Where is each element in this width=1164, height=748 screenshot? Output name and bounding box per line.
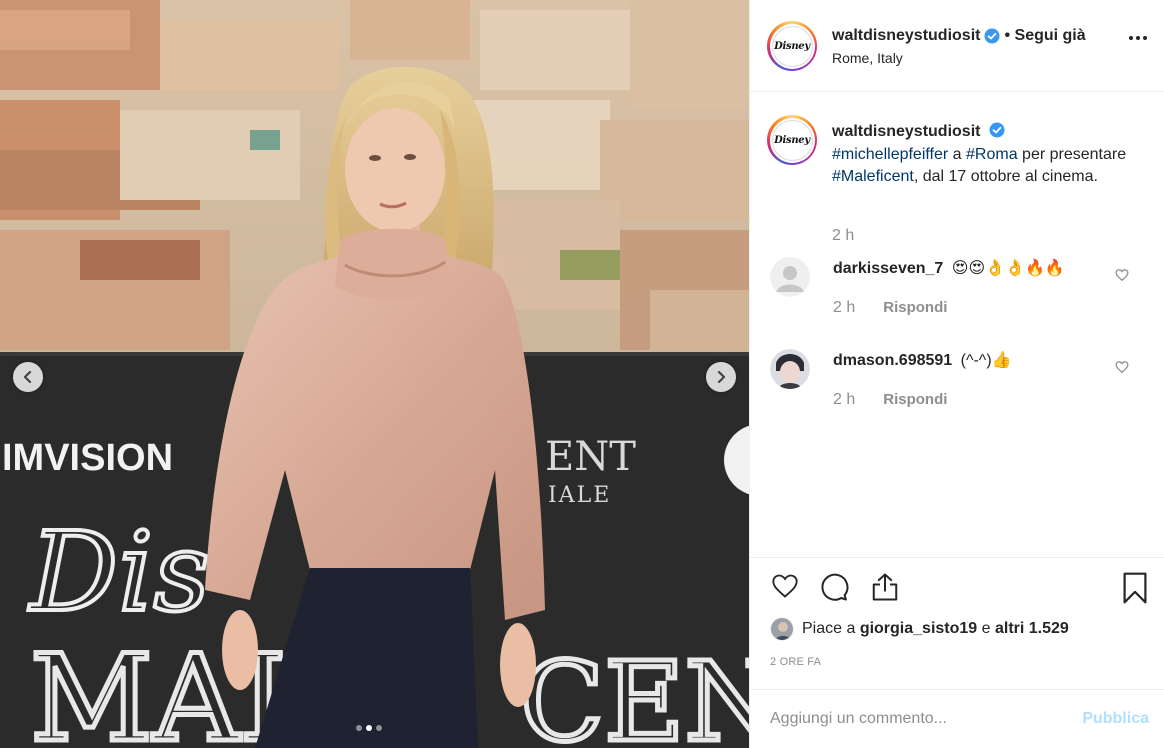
more-icon: [1129, 36, 1133, 40]
share-icon: [872, 573, 898, 601]
comment-text: (^-^)👍: [960, 352, 1012, 369]
author-avatar[interactable]: Disney: [767, 21, 817, 71]
post-photo: IMVISION Dis MAL CEN ENT IALE: [0, 0, 749, 748]
save-button[interactable]: [1122, 572, 1148, 609]
comment-like-button[interactable]: [1115, 268, 1129, 287]
hashtag-link[interactable]: #Roma: [966, 146, 1018, 163]
chevron-right-icon: [717, 371, 726, 383]
carousel-dot: [376, 725, 382, 731]
publish-button[interactable]: Pubblica: [1082, 710, 1149, 728]
comment-timestamp[interactable]: 2 h: [833, 299, 855, 317]
verified-icon: [989, 122, 1005, 138]
add-comment-bar: Pubblica: [750, 689, 1164, 748]
banner-text-iale: IALE: [548, 483, 611, 508]
likes-count[interactable]: altri 1.529: [995, 620, 1069, 638]
comment-icon: [821, 573, 849, 601]
heart-icon: [1115, 361, 1129, 374]
carousel-indicator: [356, 725, 382, 731]
author-username[interactable]: waltdisneystudiosit: [832, 27, 980, 45]
action-bar: [750, 557, 1164, 604]
caption-author-avatar[interactable]: Disney: [767, 115, 817, 165]
heart-icon: [1115, 269, 1129, 282]
carousel-prev-button[interactable]: [13, 362, 43, 392]
heart-icon: [772, 574, 798, 598]
carousel-next-button[interactable]: [706, 362, 736, 392]
comment-button[interactable]: [819, 572, 849, 607]
post-location[interactable]: Rome, Italy: [832, 50, 903, 66]
reply-button[interactable]: Rispondi: [883, 391, 947, 409]
banner-text-imvision: IMVISION: [2, 437, 173, 479]
carousel-dot-active: [366, 725, 372, 731]
post-timestamp[interactable]: 2 ORE FA: [770, 656, 821, 668]
disney-logo: Disney: [771, 25, 813, 67]
share-button[interactable]: [870, 572, 900, 607]
comment-timestamp[interactable]: 2 h: [833, 391, 855, 409]
reply-button[interactable]: Rispondi: [883, 299, 947, 317]
commenter-username[interactable]: darkisseven_7: [833, 260, 943, 277]
bookmark-icon: [1123, 572, 1147, 604]
follow-status-button[interactable]: • Segui già: [1004, 27, 1085, 45]
verified-icon: [984, 28, 1000, 44]
commenter-avatar[interactable]: [770, 349, 810, 389]
banner-text-ent: ENT: [545, 434, 636, 480]
hashtag-link[interactable]: #Maleficent: [832, 168, 914, 185]
banner-maleficent-right: CEN: [520, 638, 749, 748]
comment-input[interactable]: [770, 706, 1060, 732]
banner-disney-logo: Dis: [28, 508, 210, 636]
disney-logo: Disney: [771, 119, 813, 161]
chevron-left-icon: [23, 371, 32, 383]
more-options-button[interactable]: [1129, 36, 1147, 40]
post-side-panel: Disney waltdisneystudiosit • Segui già R…: [749, 0, 1164, 748]
commenter-username[interactable]: dmason.698591: [833, 352, 952, 369]
caption-text: waltdisneystudiosit #michellepfeiffer a …: [832, 122, 1127, 185]
likes-summary[interactable]: Piace a giorgia_sisto19 e altri 1.529: [770, 617, 1069, 641]
hashtag-link[interactable]: #michellepfeiffer: [832, 146, 948, 163]
liker-username[interactable]: giorgia_sisto19: [860, 620, 977, 638]
comment-like-button[interactable]: [1115, 360, 1129, 379]
comment-text: 😍😍👌👌🔥🔥: [951, 260, 1065, 277]
carousel-dot: [356, 725, 362, 731]
like-button[interactable]: [770, 572, 800, 605]
caption-timestamp[interactable]: 2 h: [832, 227, 854, 245]
liker-avatar: [770, 617, 794, 641]
post-header: Disney waltdisneystudiosit • Segui già R…: [750, 0, 1164, 92]
post-media[interactable]: IMVISION Dis MAL CEN ENT IALE: [0, 0, 749, 748]
caption-username[interactable]: waltdisneystudiosit: [832, 123, 980, 140]
commenter-avatar[interactable]: [770, 257, 810, 297]
